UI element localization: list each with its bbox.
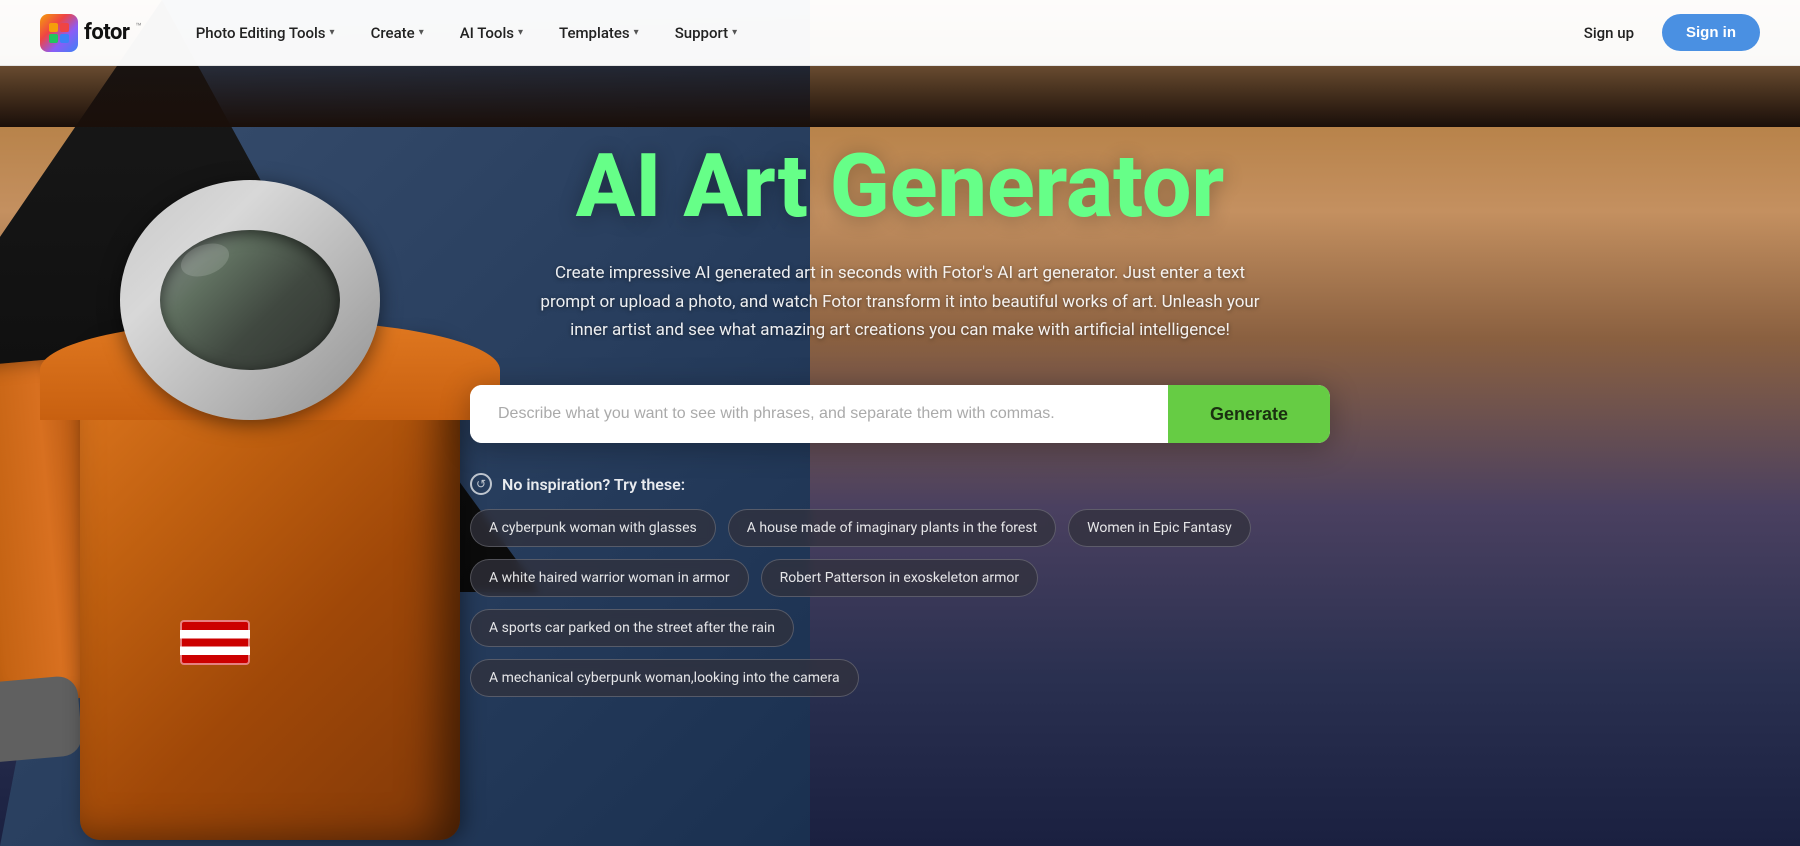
hero-section: AI Art Generator Create impressive AI ge…	[0, 0, 1800, 846]
nav-links: Photo Editing Tools ▾ Create ▾ AI Tools …	[182, 16, 1570, 50]
chips-row-1: A cyberpunk woman with glasses A house m…	[470, 509, 1330, 547]
suit-helmet	[120, 180, 380, 420]
chip-robert-exoskeleton[interactable]: Robert Patterson in exoskeleton armor	[761, 559, 1038, 597]
suit-glove-left	[0, 675, 83, 765]
chevron-down-icon: ▾	[419, 27, 424, 38]
chip-house-plants[interactable]: A house made of imaginary plants in the …	[728, 509, 1056, 547]
chip-mechanical-cyberpunk[interactable]: A mechanical cyberpunk woman,looking int…	[470, 659, 859, 697]
logo-icon	[40, 14, 78, 52]
chip-warrior-woman[interactable]: A white haired warrior woman in armor	[470, 559, 749, 597]
chevron-down-icon: ▾	[634, 27, 639, 38]
navbar: fotor ™ Photo Editing Tools ▾ Create ▾ A…	[0, 0, 1800, 66]
astronaut-suit	[40, 140, 520, 840]
flag-patch	[180, 620, 250, 665]
inspiration-row: ↺ No inspiration? Try these: A cyberpunk…	[470, 473, 1330, 697]
inspiration-label-row: ↺ No inspiration? Try these:	[470, 473, 1330, 495]
nav-templates[interactable]: Templates ▾	[545, 16, 653, 50]
chip-cyberpunk-woman[interactable]: A cyberpunk woman with glasses	[470, 509, 716, 547]
chip-women-fantasy[interactable]: Women in Epic Fantasy	[1068, 509, 1251, 547]
search-bar: Generate	[470, 385, 1330, 443]
nav-actions: Sign up Sign in	[1570, 14, 1760, 51]
hero-content: AI Art Generator Create impressive AI ge…	[450, 143, 1350, 710]
chips-row-3: A mechanical cyberpunk woman,looking int…	[470, 659, 1330, 697]
inspiration-label: No inspiration? Try these:	[502, 475, 685, 494]
nav-ai-tools[interactable]: AI Tools ▾	[446, 16, 537, 50]
nav-support[interactable]: Support ▾	[661, 16, 752, 50]
helmet-visor	[160, 230, 340, 370]
chip-sports-car[interactable]: A sports car parked on the street after …	[470, 609, 794, 647]
visor-reflection	[176, 237, 233, 282]
chevron-down-icon: ▾	[518, 27, 523, 38]
page-title: AI Art Generator	[470, 143, 1330, 231]
chips-row-2: A white haired warrior woman in armor Ro…	[470, 559, 1330, 647]
nav-photo-editing[interactable]: Photo Editing Tools ▾	[182, 16, 349, 50]
generate-button[interactable]: Generate	[1168, 385, 1330, 443]
nav-create[interactable]: Create ▾	[357, 16, 438, 50]
logo-text: fotor	[84, 20, 129, 45]
hero-subtitle: Create impressive AI generated art in se…	[540, 259, 1260, 346]
signin-button[interactable]: Sign in	[1662, 14, 1760, 51]
chevron-down-icon: ▾	[732, 27, 737, 38]
chevron-down-icon: ▾	[330, 27, 335, 38]
refresh-icon: ↺	[470, 473, 492, 495]
logo[interactable]: fotor ™	[40, 14, 142, 52]
search-input[interactable]	[470, 385, 1168, 443]
signup-button[interactable]: Sign up	[1570, 16, 1648, 50]
